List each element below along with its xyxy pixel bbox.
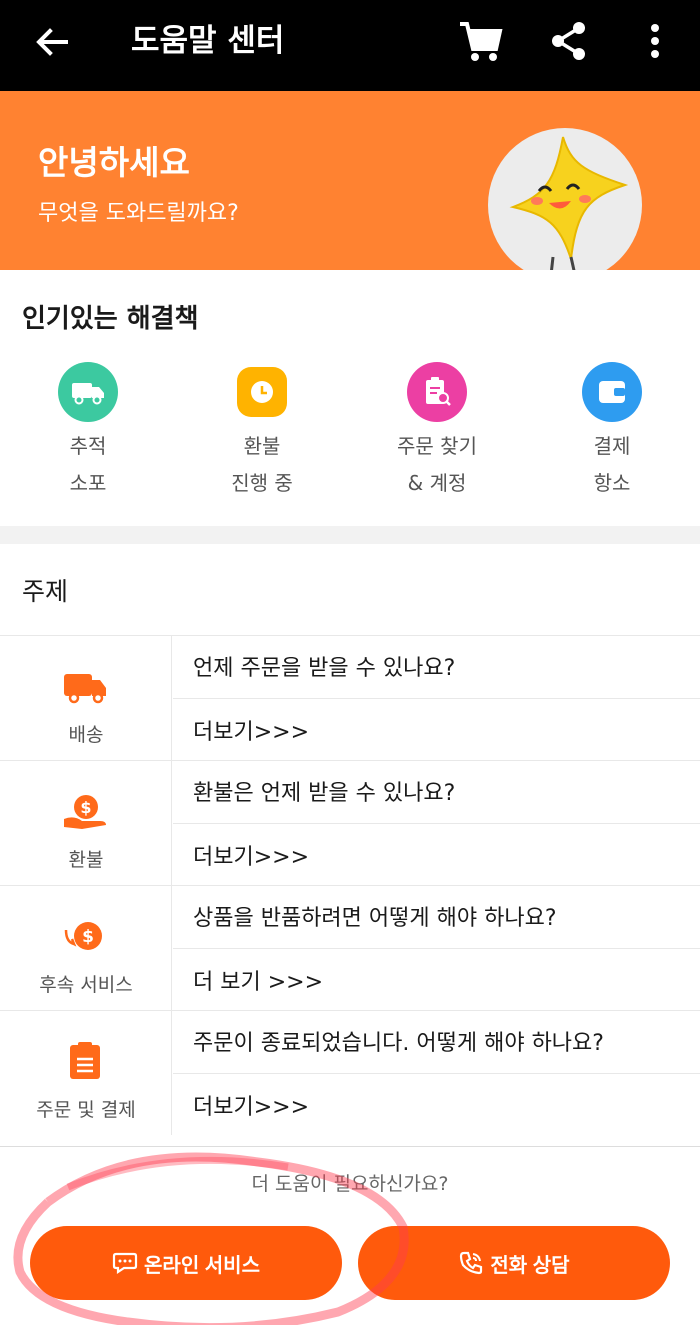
cart-icon[interactable] (456, 18, 504, 66)
topic-category-label: 배송 (68, 724, 104, 746)
popular-solutions-section: 인기있는 해결책 추적 소포 환불 진행 중 주문 찾기 & 계정 결제 항소 (0, 270, 700, 526)
order-clipboard-icon (70, 1042, 100, 1079)
chat-icon (112, 1252, 138, 1275)
topic-row-delivery: 배송 언제 주문을 받을 수 있나요? 더보기>>> (0, 635, 700, 760)
app-bar: 도움말 센터 (0, 0, 700, 91)
phone-icon (460, 1251, 483, 1275)
phone-consult-label: 전화 상담 (490, 1254, 570, 1277)
see-more-link[interactable]: 더 보기 >>> (193, 964, 323, 996)
topic-row-refund: $ 환불 환불은 언제 받을 수 있나요? 더보기>>> (0, 760, 700, 885)
svg-text:$: $ (82, 927, 94, 947)
after-service-icon: $ (64, 922, 102, 950)
topics-section: 주제 배송 언제 주문을 받을 수 있나요? 더보기>>> $ 환불 환불은 언… (0, 544, 700, 1154)
popular-item-label: 항소 (593, 471, 631, 495)
hero-greeting: 안녕하세요 (38, 143, 190, 182)
topic-row-after-service: $ 후속 서비스 상품을 반품하려면 어떻게 해야 하나요? 더 보기 >>> (0, 885, 700, 1010)
mascot-avatar (488, 128, 642, 270)
row-divider (173, 1073, 700, 1074)
row-divider (173, 948, 700, 949)
more-vertical-icon[interactable] (640, 20, 670, 62)
topic-category-label: 후속 서비스 (39, 974, 133, 996)
need-help-prompt: 더 도움이 필요하신가요? (251, 1173, 449, 1195)
hero-subtitle: 무엇을 도와드릴까요? (38, 201, 239, 226)
popular-item-label: 진행 중 (231, 471, 293, 495)
row-divider (173, 823, 700, 824)
topic-question-link[interactable]: 상품을 반품하려면 어떻게 해야 하나요? (193, 900, 557, 932)
popular-item-refund[interactable]: 환불 진행 중 (192, 362, 332, 502)
topic-category-after-service[interactable]: $ 후속 서비스 (0, 886, 172, 1010)
topic-category-refund[interactable]: $ 환불 (0, 761, 172, 885)
page-title: 도움말 센터 (131, 23, 285, 59)
online-service-label: 온라인 서비스 (144, 1254, 260, 1277)
topic-category-label: 주문 및 결제 (36, 1099, 136, 1121)
phone-consult-button[interactable]: 전화 상담 (358, 1226, 670, 1300)
section-heading: 인기있는 해결책 (22, 304, 199, 334)
popular-item-label: 주문 찾기 (397, 434, 477, 458)
see-more-link[interactable]: 더보기>>> (193, 714, 309, 746)
share-icon[interactable] (548, 20, 590, 62)
topic-row-order-payment: 주문 및 결제 주문이 종료되었습니다. 어떻게 해야 하나요? 더보기>>> (0, 1010, 700, 1135)
refund-hand-icon: $ (64, 795, 106, 829)
back-arrow-icon[interactable] (32, 22, 72, 62)
popular-item-payment-appeal[interactable]: 결제 항소 (542, 362, 682, 502)
clock-icon (237, 367, 287, 417)
popular-item-tracking[interactable]: 추적 소포 (18, 362, 158, 502)
hero-banner: 안녕하세요 무엇을 도와드릴까요? (0, 91, 700, 270)
help-footer: 더 도움이 필요하신가요? 온라인 서비스 전화 상담 (0, 1146, 700, 1325)
delivery-truck-icon (64, 674, 106, 704)
section-heading: 주제 (22, 577, 69, 606)
popular-item-label: 결제 (593, 434, 631, 458)
svg-text:$: $ (80, 798, 91, 817)
popular-item-label: 추적 (69, 434, 107, 458)
popular-item-label: 소포 (69, 471, 107, 495)
topic-question-link[interactable]: 주문이 종료되었습니다. 어떻게 해야 하나요? (193, 1025, 604, 1057)
wallet-icon (582, 362, 642, 422)
popular-item-label: 환불 (243, 434, 281, 458)
topic-category-order-payment[interactable]: 주문 및 결제 (0, 1011, 172, 1135)
popular-item-order-search[interactable]: 주문 찾기 & 계정 (367, 362, 507, 502)
see-more-link[interactable]: 더보기>>> (193, 1089, 309, 1121)
topic-question-link[interactable]: 언제 주문을 받을 수 있나요? (193, 650, 455, 682)
topic-question-link[interactable]: 환불은 언제 받을 수 있나요? (193, 775, 455, 807)
see-more-link[interactable]: 더보기>>> (193, 839, 309, 871)
topic-category-label: 환불 (68, 849, 104, 871)
topic-category-delivery[interactable]: 배송 (0, 636, 172, 760)
popular-item-label: & 계정 (407, 471, 467, 495)
truck-icon (58, 362, 118, 422)
row-divider (173, 698, 700, 699)
order-search-icon (407, 362, 467, 422)
online-service-button[interactable]: 온라인 서비스 (30, 1226, 342, 1300)
